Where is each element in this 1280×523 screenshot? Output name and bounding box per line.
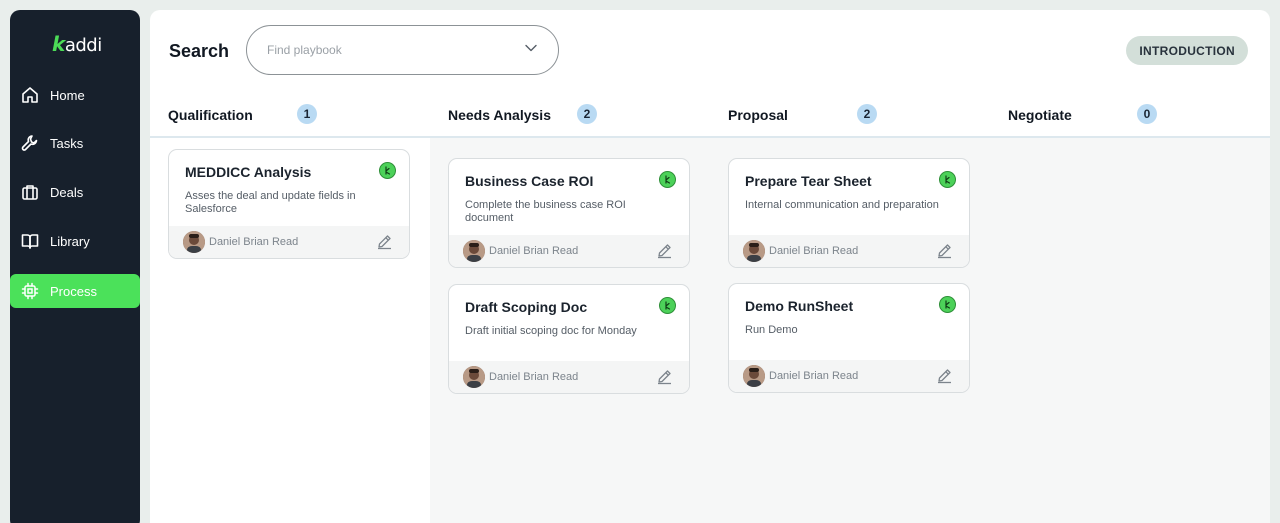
search-label: Search: [169, 41, 230, 61]
avatar: [183, 231, 205, 253]
book-icon: [20, 231, 40, 251]
assignee-name: Daniel Brian Read: [489, 245, 579, 257]
column-title: Proposal: [728, 107, 788, 123]
sidebar-item-label: Tasks: [50, 135, 84, 151]
kaddi-badge-icon: [939, 171, 956, 188]
card-footer: Daniel Brian Read: [449, 361, 689, 393]
task-card[interactable]: Draft Scoping Doc Draft initial scoping …: [448, 284, 690, 394]
kaddi-badge-icon: [379, 162, 396, 179]
column-title: Negotiate: [1008, 107, 1072, 123]
column-count-badge: 2: [857, 104, 877, 124]
sidebar-item-label: Library: [50, 233, 90, 249]
card-footer: Daniel Brian Read: [729, 360, 969, 392]
column-header: Qualification 1: [150, 90, 430, 138]
card-description: Internal communication and preparation: [745, 199, 939, 211]
sidebar-item-library[interactable]: Library: [10, 224, 140, 258]
column-negotiate: Negotiate 0: [990, 90, 1270, 523]
card-description: Complete the business case ROI document: [465, 199, 626, 224]
avatar: [463, 240, 485, 262]
briefcase-icon: [20, 182, 40, 202]
column-header: Needs Analysis 2: [430, 90, 710, 138]
column-header: Negotiate 0: [990, 90, 1270, 138]
kaddi-badge-icon: [939, 296, 956, 313]
card-footer: Daniel Brian Read: [449, 235, 689, 267]
card-title: MEDDICC Analysis: [185, 164, 312, 180]
column-count-badge: 0: [1137, 104, 1157, 124]
home-icon: [20, 85, 40, 105]
avatar: [463, 366, 485, 388]
card-description: Asses the deal and update fields in Sale…: [185, 190, 356, 215]
edit-icon[interactable]: [936, 242, 953, 259]
sidebar-item-label: Process: [50, 283, 97, 299]
task-card[interactable]: MEDDICC Analysis Asses the deal and upda…: [168, 149, 410, 259]
sidebar-item-process[interactable]: Process: [10, 274, 140, 308]
card-title: Draft Scoping Doc: [465, 299, 588, 315]
column-proposal: Proposal 2 Prepare Tear Sheet Internal c…: [710, 90, 990, 523]
logo-accent: k: [52, 32, 65, 56]
card-description: Run Demo: [745, 324, 798, 336]
task-card[interactable]: Business Case ROI Complete the business …: [448, 158, 690, 268]
assignee-name: Daniel Brian Read: [209, 236, 299, 248]
column-title: Qualification: [168, 107, 253, 123]
assignee-name: Daniel Brian Read: [769, 245, 859, 257]
column-needs-analysis: Needs Analysis 2 Business Case ROI Compl…: [430, 90, 710, 523]
avatar: [743, 240, 765, 262]
card-title: Demo RunSheet: [745, 298, 854, 314]
assignee-name: Daniel Brian Read: [769, 370, 859, 382]
main-panel: Search INTRODUCTION Qualification 1 MEDD…: [150, 10, 1270, 523]
sidebar-item-home[interactable]: Home: [10, 78, 140, 112]
sidebar-item-label: Deals: [50, 184, 84, 200]
chip-icon: [20, 281, 40, 301]
column-title: Needs Analysis: [448, 107, 551, 123]
card-footer: Daniel Brian Read: [729, 235, 969, 267]
edit-icon[interactable]: [376, 233, 393, 250]
kaddi-badge-icon: [659, 171, 676, 188]
task-card[interactable]: Demo RunSheet Run Demo Daniel Brian Read: [728, 283, 970, 393]
column-qualification: Qualification 1 MEDDICC Analysis Asses t…: [150, 90, 430, 523]
search-input[interactable]: [267, 43, 524, 57]
column-header: Proposal 2: [710, 90, 990, 138]
column-count-badge: 2: [577, 104, 597, 124]
column-count-badge: 1: [297, 104, 317, 124]
card-description: Draft initial scoping doc for Monday: [465, 325, 637, 337]
edit-icon[interactable]: [656, 242, 673, 259]
playbook-search[interactable]: [246, 25, 559, 75]
card-title: Prepare Tear Sheet: [745, 173, 872, 189]
edit-icon[interactable]: [936, 367, 953, 384]
kaddi-badge-icon: [659, 297, 676, 314]
sidebar-item-label: Home: [50, 87, 85, 103]
wrench-icon: [20, 133, 40, 153]
introduction-button[interactable]: INTRODUCTION: [1126, 36, 1248, 65]
kaddi-logo[interactable]: kaddi: [52, 32, 102, 56]
sidebar: kaddi Home Tasks Deals Library Process: [10, 10, 140, 523]
edit-icon[interactable]: [656, 368, 673, 385]
assignee-name: Daniel Brian Read: [489, 371, 579, 383]
sidebar-item-deals[interactable]: Deals: [10, 175, 140, 209]
sidebar-item-tasks[interactable]: Tasks: [10, 126, 140, 160]
logo-text: addi: [64, 35, 102, 56]
card-footer: Daniel Brian Read: [169, 226, 409, 258]
avatar: [743, 365, 765, 387]
task-card[interactable]: Prepare Tear Sheet Internal communicatio…: [728, 158, 970, 268]
card-title: Business Case ROI: [465, 173, 594, 189]
chevron-down-icon[interactable]: [524, 41, 538, 60]
